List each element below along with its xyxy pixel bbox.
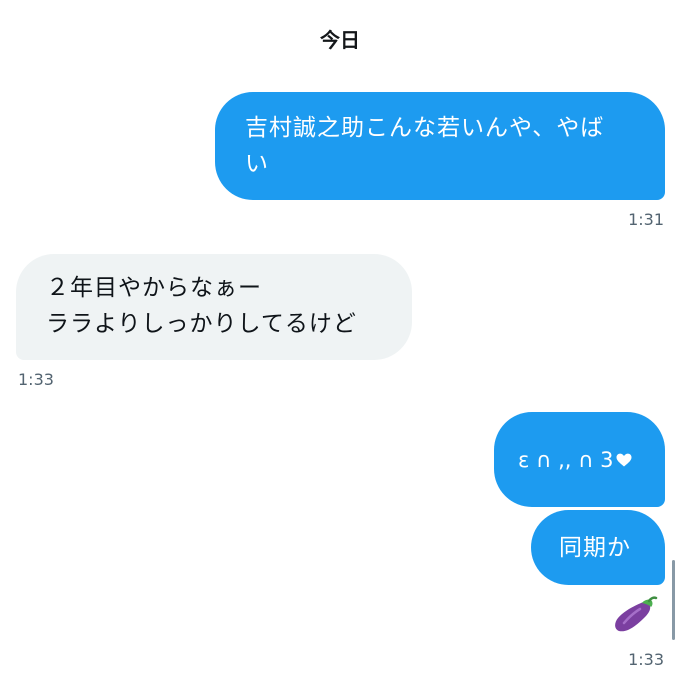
message-text-line: い [245, 151, 269, 177]
message-text-line: 吉村誠之助こんな若いんや、やば [245, 115, 605, 141]
message-timestamp: 1:33 [18, 370, 54, 389]
sent-message-bubble[interactable]: 同期か [531, 510, 665, 585]
message-timestamp: 1:33 [628, 650, 664, 669]
message-text-line: ２年目やからなぁー [46, 275, 262, 301]
dm-conversation: 今日 吉村誠之助こんな若いんや、やば い 1:31 ２年目やからなぁー ララより… [0, 0, 680, 675]
date-separator: 今日 [320, 28, 360, 52]
scrollbar[interactable] [672, 560, 675, 640]
white-heart-icon [616, 453, 632, 466]
eggplant-icon[interactable] [612, 596, 658, 634]
message-timestamp: 1:31 [628, 210, 664, 229]
sent-message-bubble[interactable]: 吉村誠之助こんな若いんや、やば い [215, 92, 665, 200]
kaomoji-text: ε ∩ ,, ∩ 3 [518, 447, 614, 472]
message-text: 同期か [559, 534, 631, 561]
message-text-line: ララよりしっかりしてるけど [46, 311, 357, 337]
received-message-bubble[interactable]: ２年目やからなぁー ララよりしっかりしてるけど [16, 254, 412, 360]
sent-message-bubble[interactable]: ε ∩ ,, ∩ 3 [494, 412, 665, 507]
